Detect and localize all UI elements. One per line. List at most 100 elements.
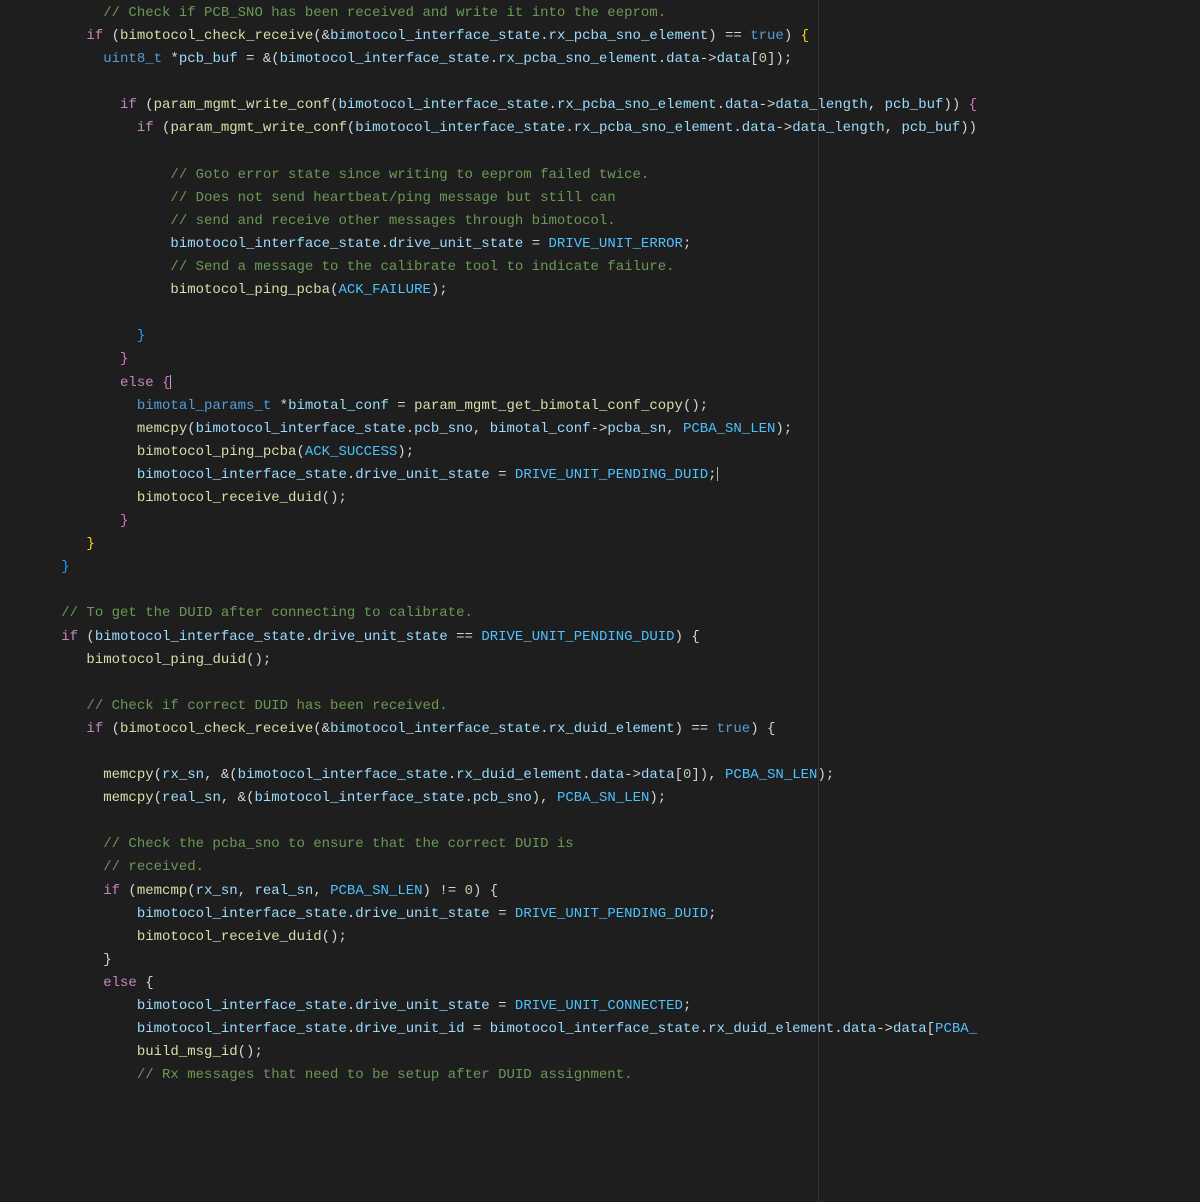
token-var: data	[725, 97, 759, 113]
token-fn: bimotocol_receive_duid	[137, 490, 322, 506]
token-var: real_sn	[162, 790, 221, 806]
token-op	[154, 375, 162, 391]
token-op: =	[490, 998, 515, 1014]
token-var: rx_pcba_sno_element	[574, 120, 734, 136]
token-op: ->	[700, 51, 717, 67]
token-op: .	[465, 790, 473, 806]
token-op: .	[406, 421, 414, 437]
token-op: ==	[448, 629, 482, 645]
token-fn: bimotocol_ping_duid	[86, 652, 246, 668]
token-op: ,	[473, 421, 490, 437]
token-op: .	[540, 721, 548, 737]
token-op: ,	[885, 120, 902, 136]
code-content[interactable]: // Check if PCB_SNO has been received an…	[0, 2, 1200, 1087]
token-var: bimotal_conf	[490, 421, 591, 437]
token-op: .	[490, 51, 498, 67]
token-brace-p: {	[162, 375, 170, 391]
token-var: drive_unit_state	[355, 906, 489, 922]
token-num: 0	[759, 51, 767, 67]
token-fn: bimotocol_receive_duid	[137, 929, 322, 945]
token-var: bimotocol_interface_state	[238, 767, 448, 783]
token-fn: memcpy	[103, 790, 153, 806]
token-fn: param_mgmt_get_bimotal_conf_copy	[414, 398, 683, 414]
token-op: ),	[532, 790, 557, 806]
token-op: (	[120, 883, 137, 899]
token-cmt: // received.	[103, 859, 204, 875]
token-var: pcb_buf	[901, 120, 960, 136]
token-var: rx_sn	[162, 767, 204, 783]
token-const: PCBA_SN_LEN	[557, 790, 649, 806]
token-var: bimotocol_interface_state	[137, 1021, 347, 1037]
token-op: .	[582, 767, 590, 783]
token-var: real_sn	[255, 883, 314, 899]
token-op: [	[750, 51, 758, 67]
token-op: ) {	[750, 721, 775, 737]
token-fn: bimotocol_check_receive	[120, 721, 313, 737]
token-var: bimotocol_interface_state	[137, 906, 347, 922]
token-op: (	[137, 97, 154, 113]
token-brace-y: {	[801, 28, 809, 44]
token-var: drive_unit_id	[355, 1021, 464, 1037]
token-op: ) {	[675, 629, 700, 645]
token-fn: memcpy	[103, 767, 153, 783]
token-op: ,	[666, 421, 683, 437]
token-const: PCBA_SN_LEN	[725, 767, 817, 783]
token-cmt: // To get the DUID after connecting to c…	[61, 605, 473, 621]
token-kw: if	[86, 28, 103, 44]
token-var: data_length	[775, 97, 867, 113]
token-op: (	[78, 629, 95, 645]
token-op: =	[465, 1021, 490, 1037]
token-var: pcb_sno	[473, 790, 532, 806]
token-var: bimotocol_interface_state	[254, 790, 464, 806]
token-var: data	[843, 1021, 877, 1037]
token-var: data	[666, 51, 700, 67]
token-op: ) {	[473, 883, 498, 899]
token-kw: if	[61, 629, 78, 645]
token-fn: bimotocol_ping_pcba	[137, 444, 297, 460]
token-type: true	[717, 721, 751, 737]
token-var: drive_unit_state	[389, 236, 523, 252]
token-var: bimotocol_interface_state	[490, 1021, 700, 1037]
token-op: .	[717, 97, 725, 113]
token-op: .	[733, 120, 741, 136]
token-op: =	[523, 236, 548, 252]
token-fn: param_mgmt_write_conf	[170, 120, 346, 136]
token-op: , &(	[204, 767, 238, 783]
token-op: ->	[759, 97, 776, 113]
token-op: (&	[313, 28, 330, 44]
code-editor[interactable]: // Check if PCB_SNO has been received an…	[0, 0, 1200, 1202]
token-brace-b: }	[61, 559, 69, 575]
token-var: data	[742, 120, 776, 136]
token-var: bimotocol_interface_state	[137, 467, 347, 483]
token-kw: if	[86, 721, 103, 737]
token-op: = &(	[238, 51, 280, 67]
token-var: rx_pcba_sno_element	[549, 28, 709, 44]
token-op: ) ==	[708, 28, 750, 44]
token-var: bimotocol_interface_state	[330, 721, 540, 737]
token-var: data	[591, 767, 625, 783]
token-op: (	[187, 883, 195, 899]
token-op: );	[431, 282, 448, 298]
token-op: (	[154, 120, 171, 136]
token-kw: if	[137, 120, 154, 136]
token-op: .	[540, 28, 548, 44]
token-op: (	[103, 28, 120, 44]
token-op: );	[649, 790, 666, 806]
token-cmt: // Rx messages that need to be setup aft…	[137, 1067, 633, 1083]
token-var: drive_unit_state	[355, 467, 489, 483]
token-op: );	[775, 421, 792, 437]
token-kw: if	[103, 883, 120, 899]
token-brace-b: }	[137, 328, 145, 344]
token-fn: param_mgmt_write_conf	[154, 97, 330, 113]
token-const: DRIVE_UNIT_CONNECTED	[515, 998, 683, 1014]
token-var: data	[641, 767, 675, 783]
token-const: ACK_SUCCESS	[305, 444, 397, 460]
token-op: [	[927, 1021, 935, 1037]
token-op: [	[675, 767, 683, 783]
token-op: ]);	[767, 51, 792, 67]
token-op: *	[162, 51, 179, 67]
token-op: }	[103, 952, 111, 968]
token-const: DRIVE_UNIT_PENDING_DUID	[515, 906, 708, 922]
token-const: DRIVE_UNIT_PENDING_DUID	[481, 629, 674, 645]
token-var: bimotocol_interface_state	[338, 97, 548, 113]
